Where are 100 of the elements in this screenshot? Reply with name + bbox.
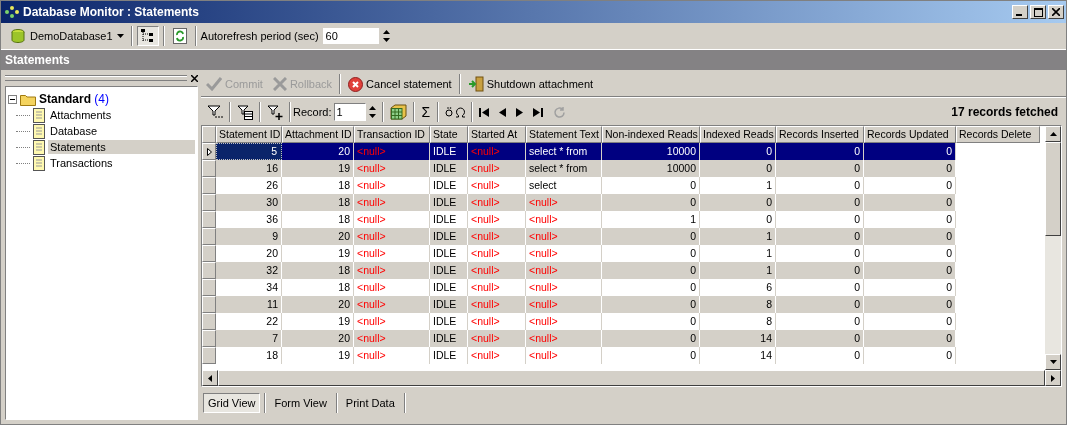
view-tab[interactable]: Form View xyxy=(269,393,332,413)
table-cell: 0 xyxy=(864,143,956,160)
table-cell: <null> xyxy=(354,211,430,228)
column-header[interactable]: Records Delete xyxy=(956,126,1040,143)
scroll-up-icon[interactable] xyxy=(1049,132,1057,136)
table-cell: 0 xyxy=(602,262,700,279)
table-cell: 18 xyxy=(282,194,354,211)
row-indicator[interactable] xyxy=(202,143,216,160)
tree-item[interactable]: Transactions xyxy=(48,156,115,170)
table-cell: 0 xyxy=(864,330,956,347)
previous-record-icon xyxy=(499,107,507,117)
table-cell: <null> xyxy=(526,330,602,347)
column-header[interactable]: Indexed Reads xyxy=(700,126,776,143)
collapse-icon[interactable] xyxy=(8,94,17,104)
column-header[interactable]: Records Updated xyxy=(864,126,956,143)
table-cell: <null> xyxy=(526,194,602,211)
column-header[interactable]: State xyxy=(430,126,468,143)
table-cell: IDLE xyxy=(430,228,468,245)
maximize-icon xyxy=(1033,7,1043,17)
vertical-scrollbar[interactable] xyxy=(1045,126,1061,370)
table-cell: IDLE xyxy=(430,347,468,364)
table-cell: <null> xyxy=(468,279,526,296)
table-cell: 0 xyxy=(602,228,700,245)
tree-item[interactable]: Standard (4) xyxy=(39,92,109,106)
panel-grip[interactable] xyxy=(5,75,187,81)
table-cell: <null> xyxy=(526,279,602,296)
table-cell: IDLE xyxy=(430,313,468,330)
column-header[interactable]: Started At xyxy=(468,126,526,143)
filter-table-icon xyxy=(237,104,253,120)
table-cell: 32 xyxy=(216,262,282,279)
table-cell: 0 xyxy=(864,296,956,313)
next-record-icon xyxy=(516,107,524,117)
close-button[interactable] xyxy=(1048,5,1064,19)
section-header: Statements xyxy=(1,50,1066,70)
add-filter-icon xyxy=(267,104,283,120)
view-tab[interactable]: Grid View xyxy=(203,393,261,413)
table-cell: IDLE xyxy=(430,296,468,313)
table-cell: 0 xyxy=(776,194,864,211)
minimize-button[interactable] xyxy=(1012,5,1028,19)
sum-button[interactable]: Σ xyxy=(416,103,436,121)
record-field[interactable]: 1 xyxy=(333,103,366,121)
table-cell: 1 xyxy=(700,228,776,245)
autorefresh-field[interactable]: 60 xyxy=(322,28,379,44)
table-cell: 0 xyxy=(602,330,700,347)
scroll-down-icon[interactable] xyxy=(1049,360,1057,364)
column-header[interactable]: Transaction ID xyxy=(354,126,430,143)
exit-door-icon xyxy=(467,76,484,92)
database-icon xyxy=(10,28,26,44)
tree-item[interactable]: Database xyxy=(48,124,100,138)
table-cell: <null> xyxy=(468,313,526,330)
view-tab[interactable]: Print Data xyxy=(340,393,400,413)
table-cell: 10000 xyxy=(602,160,700,177)
column-header[interactable]: Statement ID xyxy=(216,126,282,143)
table-cell: <null> xyxy=(354,347,430,364)
table-cell: 20 xyxy=(282,228,354,245)
table-cell: 9 xyxy=(216,228,282,245)
table-cell: 8 xyxy=(700,296,776,313)
record-label: Record: xyxy=(293,106,332,118)
cancel-icon xyxy=(348,76,364,92)
table-cell: <null> xyxy=(468,177,526,194)
spin-arrows-icon[interactable] xyxy=(382,29,390,43)
table-cell: IDLE xyxy=(430,279,468,296)
table-cell: <null> xyxy=(354,279,430,296)
database-dropdown[interactable]: DemoDatabase1 xyxy=(7,26,127,46)
action-button[interactable]: Cancel statement xyxy=(345,74,455,94)
table-cell: 0 xyxy=(776,296,864,313)
document-icon xyxy=(33,155,45,171)
tree-item[interactable]: Attachments xyxy=(48,108,114,122)
last-record-icon xyxy=(533,107,544,117)
table-cell: 19 xyxy=(282,160,354,177)
table-cell: <null> xyxy=(526,262,602,279)
tree-view-button[interactable] xyxy=(136,26,159,46)
table-cell: 0 xyxy=(700,143,776,160)
maximize-button[interactable] xyxy=(1030,5,1046,19)
table-cell: 20 xyxy=(282,296,354,313)
table-cell: 0 xyxy=(602,194,700,211)
table-cell: <null> xyxy=(468,347,526,364)
table-cell: 14 xyxy=(700,330,776,347)
column-header[interactable]: Statement Text xyxy=(526,126,602,143)
horizontal-scrollbar[interactable] xyxy=(202,370,1061,386)
table-cell: <null> xyxy=(354,262,430,279)
filter-icon xyxy=(207,105,223,119)
table-cell: IDLE xyxy=(430,194,468,211)
table-cell: 0 xyxy=(864,228,956,245)
scroll-right-icon[interactable] xyxy=(1051,374,1055,382)
table-cell: select * from xyxy=(526,160,602,177)
action-button[interactable]: Shutdown attachment xyxy=(464,74,597,94)
table-cell: <null> xyxy=(526,313,602,330)
column-header[interactable]: Non-indexed Reads xyxy=(602,126,700,143)
tree-item[interactable]: Statements xyxy=(48,140,195,154)
column-header[interactable]: Attachment ID xyxy=(282,126,354,143)
refresh-icon xyxy=(172,28,187,44)
column-header[interactable]: Records Inserted xyxy=(776,126,864,143)
table-cell: IDLE xyxy=(430,262,468,279)
scroll-left-icon[interactable] xyxy=(208,374,212,382)
table-cell: <null> xyxy=(354,330,430,347)
table-cell: <null> xyxy=(354,143,430,160)
table-cell: IDLE xyxy=(430,330,468,347)
close-icon[interactable] xyxy=(191,74,198,82)
folder-icon xyxy=(20,92,36,106)
